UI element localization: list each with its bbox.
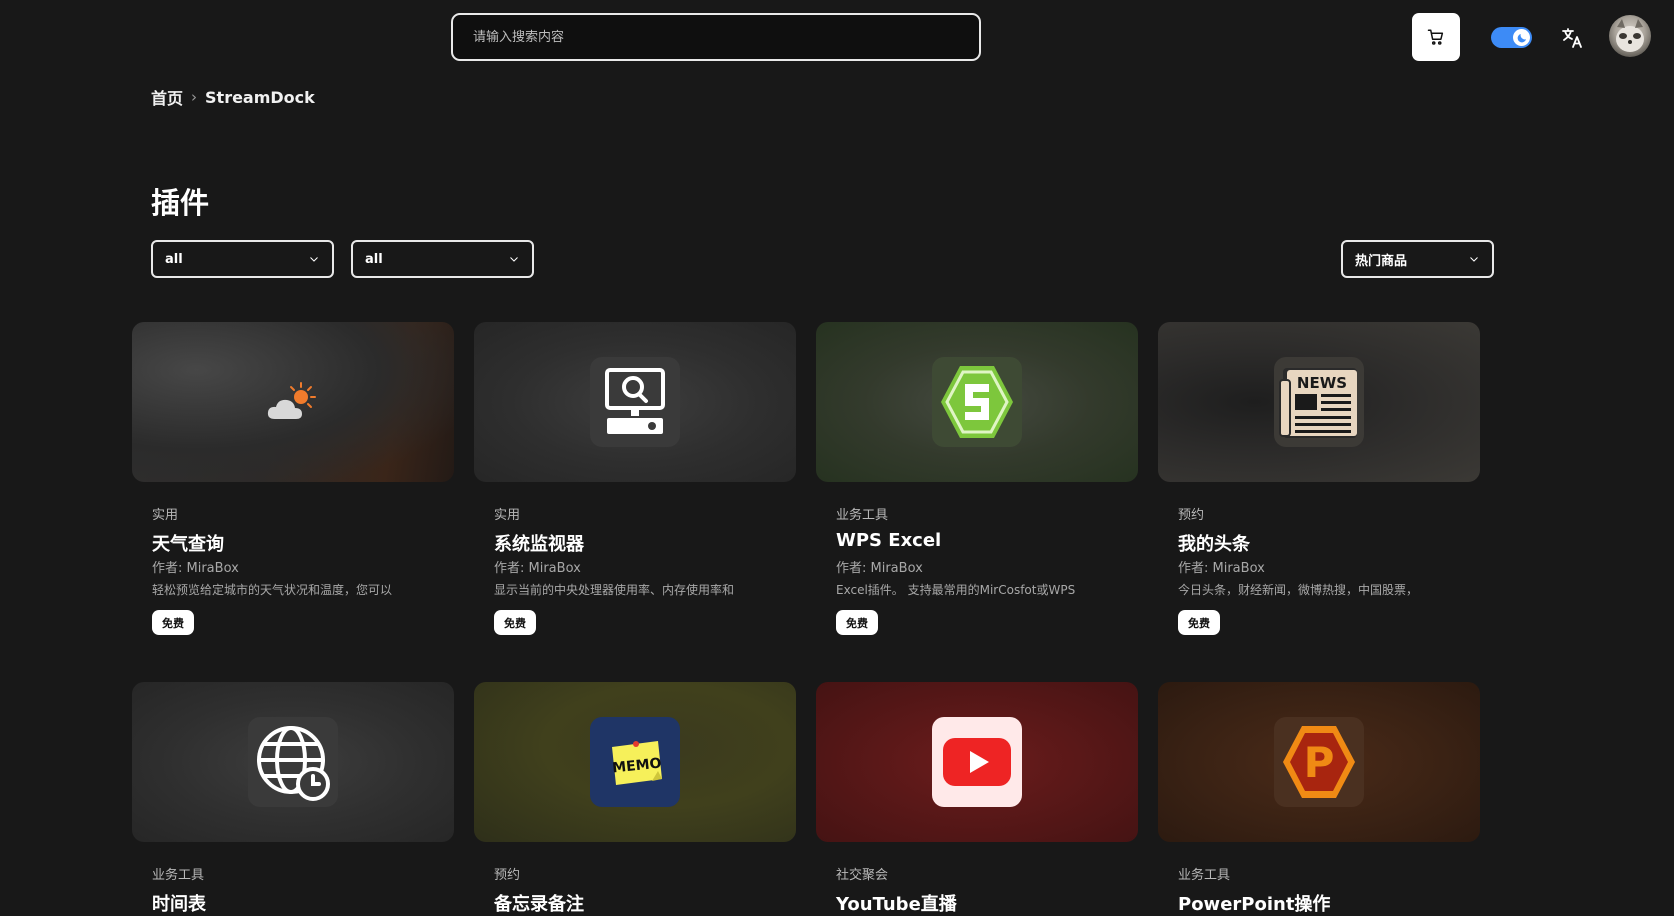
plugin-author: 作者: MiraBox [152,561,239,576]
plugin-description: 今日头条，财经新闻，微博热搜，中国股票， [1178,583,1419,597]
search-input[interactable] [451,13,981,61]
top-bar [0,0,1674,72]
youtube-icon [932,717,1022,807]
plugin-description: 轻松预览给定城市的天气状况和温度，您可以 [152,583,393,597]
plugin-thumbnail: MEMO [474,682,796,842]
plugin-name[interactable]: 我的头条 [1178,530,1250,556]
news-icon: NEWS [1274,357,1364,447]
cart-icon [1427,29,1444,45]
plugin-name[interactable]: 天气查询 [152,530,224,556]
plugin-thumbnail: NEWS [1158,322,1480,482]
chevron-down-icon [310,257,318,262]
memo-icon: MEMO [590,717,680,807]
plugin-card[interactable]: 业务工具 WPS Excel 作者: MiraBox Excel插件。 支持最常… [816,322,1138,635]
filter-select-1[interactable]: all [151,240,334,278]
ppt-letter: P [1304,738,1335,787]
weather-icon [248,357,338,447]
plugin-thumbnail [816,322,1138,482]
system-monitor-icon [590,357,680,447]
news-label: NEWS [1297,374,1347,392]
plugin-description: 显示当前的中央处理器使用率、内存使用率和 [494,583,735,597]
price-badge: 免费 [836,610,878,635]
plugin-card[interactable]: 业务工具 时间表 [132,682,454,915]
plugin-card[interactable]: P 业务工具 PowerPoint操作 [1158,682,1480,915]
price-badge: 免费 [494,610,536,635]
chevron-down-icon [510,257,518,262]
plugin-category: 业务工具 [836,508,889,523]
plugin-name[interactable]: YouTube直播 [836,890,957,916]
plugin-name[interactable]: 时间表 [152,890,206,916]
plugin-author: 作者: MiraBox [1178,561,1265,576]
filter-select-2[interactable]: all [351,240,534,278]
plugin-card[interactable]: 实用 系统监视器 作者: MiraBox 显示当前的中央处理器使用率、内存使用率… [474,322,796,635]
plugin-thumbnail [132,322,454,482]
powerpoint-icon: P [1274,717,1364,807]
plugin-category: 实用 [494,508,521,523]
price-badge: 免费 [152,610,194,635]
plugin-category: 预约 [494,868,521,883]
wps-excel-icon [932,357,1022,447]
plugin-thumbnail [474,322,796,482]
avatar-image [1616,19,1644,52]
breadcrumb-current: StreamDock [205,87,315,107]
breadcrumb-home[interactable]: 首页 [151,85,183,109]
plugin-thumbnail [132,682,454,842]
breadcrumb: 首页 › StreamDock [151,85,315,109]
sort-select-value: 热门商品 [1355,253,1408,269]
chevron-down-icon [1470,257,1478,262]
cart-button[interactable] [1412,13,1460,61]
theme-toggle-knob [1513,29,1530,46]
moon-icon [1517,33,1526,42]
plugin-description: Excel插件。 支持最常用的MirCosfot或WPS [836,583,1076,597]
plugin-author: 作者: MiraBox [494,561,581,576]
plugin-name[interactable]: WPS Excel [836,530,941,551]
filter-select-2-value: all [365,251,383,267]
plugin-name[interactable]: 备忘录备注 [494,890,584,916]
globe-clock-icon [248,717,338,807]
plugin-name[interactable]: 系统监视器 [494,530,584,556]
plugin-card[interactable]: NEWS 预约 我的头条 作者: MiraBox 今日头条，财经新闻，微博热搜，… [1158,322,1480,635]
sort-select[interactable]: 热门商品 [1341,240,1494,278]
plugin-category: 社交聚会 [836,868,889,883]
chevron-right-icon: › [191,88,198,106]
filter-select-1-value: all [165,251,183,267]
plugin-thumbnail: P [1158,682,1480,842]
theme-toggle[interactable] [1491,27,1532,48]
plugin-card[interactable]: 实用 天气查询 作者: MiraBox 轻松预览给定城市的天气状况和温度，您可以… [132,322,454,635]
plugin-category: 实用 [152,508,179,523]
translate-icon[interactable] [1560,26,1584,50]
plugin-category: 业务工具 [1178,868,1231,883]
plugin-card[interactable]: 社交聚会 YouTube直播 [816,682,1138,915]
avatar[interactable] [1609,15,1651,57]
plugin-category: 业务工具 [152,868,205,883]
plugin-author: 作者: MiraBox [836,561,923,576]
plugin-name[interactable]: PowerPoint操作 [1178,890,1330,916]
price-badge: 免费 [1178,610,1220,635]
page-title: 插件 [151,186,210,220]
plugin-card[interactable]: MEMO 预约 备忘录备注 [474,682,796,915]
plugin-thumbnail [816,682,1138,842]
plugin-category: 预约 [1178,508,1205,523]
